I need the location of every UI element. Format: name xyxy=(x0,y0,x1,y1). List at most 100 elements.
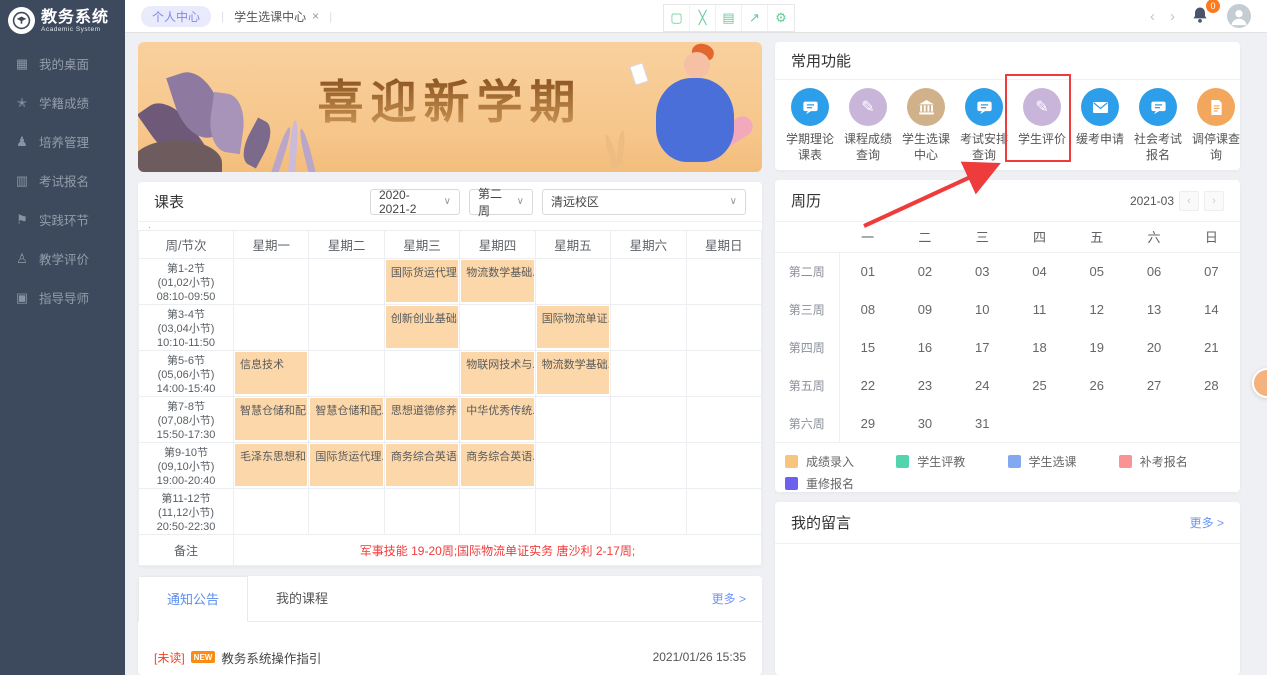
timetable-cell-empty xyxy=(535,259,610,305)
calendar-day: 29 xyxy=(839,404,896,442)
function-semester-theory-timetable[interactable]: 学期理论课表 xyxy=(781,88,839,163)
quick-functions-card: 常用功能 学期理论课表✎课程成绩查询学生选课中心考试安排查询✎学生评价缓考申请社… xyxy=(775,42,1240,170)
next-month-button[interactable]: › xyxy=(1204,191,1224,211)
timetable-cell-empty xyxy=(234,259,309,305)
timetable-column-header: 星期一 xyxy=(234,231,309,259)
notifications-bell-button[interactable]: 0 xyxy=(1190,5,1212,27)
timetable-cell-empty xyxy=(686,305,761,351)
course-block[interactable]: 创新创业基础.. xyxy=(386,306,458,348)
function-deferred-exam-application[interactable]: 缓考申请 xyxy=(1071,88,1129,163)
function-icon-circle xyxy=(1081,88,1119,126)
close-icon[interactable]: × xyxy=(312,9,319,23)
notices-list: [未读]NEW教务系统操作指引2021/01/26 15:35[未读]NEW系统… xyxy=(138,622,762,675)
sidebar-item-label: 实践环节 xyxy=(39,210,89,229)
calendar-day: 03 xyxy=(954,252,1011,290)
calendar-day: 07 xyxy=(1183,252,1240,290)
course-block[interactable]: 思想道德修养.. xyxy=(386,398,458,440)
prev-month-button[interactable]: ‹ xyxy=(1179,191,1199,211)
sidebar-item-label: 教学评价 xyxy=(39,249,89,268)
sidebar-item-practice-sessions[interactable]: ⚑ 实践环节 xyxy=(0,200,125,239)
timetable-cell: 智慧仓储和配.. xyxy=(309,397,384,443)
notices-tab-1[interactable]: 我的课程 xyxy=(248,576,356,622)
campus-select[interactable]: 清远校区 ∨ xyxy=(542,189,746,215)
sidebar-item-teaching-evaluation[interactable]: ♙教学评价 xyxy=(0,239,125,278)
history-back-button[interactable]: ‹ xyxy=(1150,8,1155,25)
function-label: 课程成绩查询 xyxy=(839,131,897,163)
unread-tag: [未读] xyxy=(154,649,185,666)
timetable-cell-empty xyxy=(460,305,535,351)
sidebar-item-training-management[interactable]: ♟培养管理 xyxy=(0,122,125,161)
history-forward-button[interactable]: › xyxy=(1170,8,1175,25)
calendar-day: 10 xyxy=(954,290,1011,328)
course-block[interactable]: 商务综合英语.. xyxy=(461,444,533,486)
calendar-day: 30 xyxy=(896,404,953,442)
timetable-cell-empty xyxy=(384,489,459,535)
semester-select[interactable]: 2020-2021-2 ∨ xyxy=(370,189,460,215)
sidebar-item-advisor[interactable]: ▣指导导师 xyxy=(0,278,125,317)
fullscreen-icon[interactable]: ╳ xyxy=(690,5,716,31)
timetable-column-header: 星期四 xyxy=(460,231,535,259)
course-block[interactable]: 物流数学基础.. xyxy=(461,260,533,302)
messages-more-link[interactable]: 更多 > xyxy=(1190,514,1224,531)
function-class-suspension-query[interactable]: 调停课查询 xyxy=(1187,88,1245,163)
course-block[interactable]: 中华优秀传统.. xyxy=(461,398,533,440)
calendar-day-header: 六 xyxy=(1125,222,1182,252)
tab-divider: | xyxy=(221,9,224,23)
calendar-day xyxy=(1125,404,1182,442)
calendar-day: 04 xyxy=(1011,252,1068,290)
tab-personal-center[interactable]: 个人中心 xyxy=(141,6,211,27)
notice-item[interactable]: [未读]NEW教务系统操作指引2021/01/26 15:35 xyxy=(154,642,746,672)
function-social-exam-registration[interactable]: 社会考试报名 xyxy=(1129,88,1187,163)
function-exam-schedule-query[interactable]: 考试安排查询 xyxy=(955,88,1013,163)
notices-tab-0[interactable]: 通知公告 xyxy=(138,576,248,622)
save-icon[interactable]: ▤ xyxy=(716,5,742,31)
timetable-cell-empty xyxy=(309,489,384,535)
timetable-cell-empty xyxy=(611,351,686,397)
chevron-down-icon: ∨ xyxy=(444,196,451,207)
course-block[interactable]: 信息技术 xyxy=(235,352,307,394)
sidebar-item-exam-registration[interactable]: ▥考试报名 xyxy=(0,161,125,200)
flag-icon: ⚑ xyxy=(14,212,30,228)
function-label: 调停课查询 xyxy=(1187,131,1245,163)
sidebar-item-student-grades[interactable]: ✭学籍成绩 xyxy=(0,83,125,122)
sidebar-item-my-desktop[interactable]: ▦我的桌面 xyxy=(0,44,125,83)
chat-icon xyxy=(1149,98,1168,117)
function-student-evaluation[interactable]: ✎学生评价 xyxy=(1013,88,1071,163)
sidebar-item-label: 我的桌面 xyxy=(39,54,89,73)
timetable-cell-empty xyxy=(686,397,761,443)
timetable-cell-empty xyxy=(234,489,309,535)
calendar-day: 08 xyxy=(839,290,896,328)
monitor-icon[interactable]: ▢ xyxy=(664,5,690,31)
notices-tab-bar: 通知公告我的课程 更多 > xyxy=(138,576,762,622)
course-block[interactable]: 国际货运代理.. xyxy=(310,444,382,486)
course-block[interactable]: 物联网技术与.. xyxy=(461,352,533,394)
course-block[interactable]: 毛泽东思想和.. xyxy=(235,444,307,486)
course-block[interactable]: 智慧仓储和配.. xyxy=(310,398,382,440)
notices-card: 通知公告我的课程更多 > [未读]NEW教务系统操作指引2021/01/26 1… xyxy=(138,576,762,675)
course-block[interactable]: 国际物流单证.. xyxy=(537,306,609,348)
notices-more-link[interactable]: 更多 > xyxy=(712,590,762,607)
user-avatar[interactable] xyxy=(1227,4,1251,28)
tab-course-selection-center[interactable]: 学生选课中心× xyxy=(234,8,319,25)
calendar-day: 25 xyxy=(1011,366,1068,404)
course-block[interactable]: 智慧仓储和配.. xyxy=(235,398,307,440)
timetable-cell-empty xyxy=(686,259,761,305)
timetable-cell-empty xyxy=(460,489,535,535)
calendar-day xyxy=(1183,404,1240,442)
main-area: 个人中心|学生选课中心×| ▢╳▤↗⚙ ‹ › 0 xyxy=(125,0,1267,675)
person-icon xyxy=(1228,5,1250,27)
new-badge: NEW xyxy=(191,651,216,663)
calendar-day: 20 xyxy=(1125,328,1182,366)
course-block[interactable]: 物流数学基础.. xyxy=(537,352,609,394)
course-block[interactable]: 国际货运代理.. xyxy=(386,260,458,302)
phone-illustration xyxy=(629,62,648,85)
settings-gear-icon[interactable]: ⚙ xyxy=(768,5,794,31)
tab-divider: | xyxy=(329,9,332,23)
week-select[interactable]: 第二周 ∨ xyxy=(469,189,533,215)
function-course-grades-query[interactable]: ✎课程成绩查询 xyxy=(839,88,897,163)
share-icon[interactable]: ↗ xyxy=(742,5,768,31)
function-course-selection-center[interactable]: 学生选课中心 xyxy=(897,88,955,163)
course-block[interactable]: 商务综合英语.. xyxy=(386,444,458,486)
legend-item: 重修报名 xyxy=(785,472,896,492)
timetable-cell: 物联网技术与.. xyxy=(460,351,535,397)
